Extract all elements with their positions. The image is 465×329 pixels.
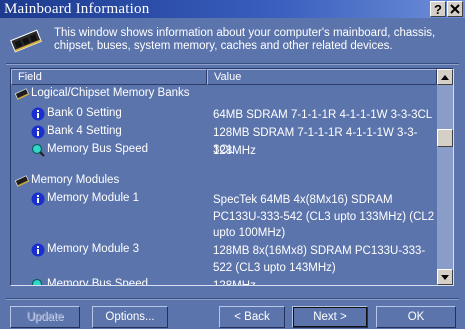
field-value: 128MB 8x(16Mx8) SDRAM PC133U-333-522 (CL… xyxy=(213,245,426,274)
field-value: 128MHz xyxy=(213,280,256,286)
close-button[interactable] xyxy=(447,1,463,17)
field-label: Memory Bus Speed xyxy=(47,143,148,155)
info-icon xyxy=(31,243,45,257)
memory-chip-icon xyxy=(10,29,42,53)
memory-group-icon xyxy=(15,175,29,187)
field-label: Bank 4 Setting xyxy=(47,125,122,137)
field-value: 128MHz xyxy=(213,145,256,157)
field-label: Bank 0 Setting xyxy=(47,107,122,119)
field-value: 64MB SDRAM 7-1-1-1R 4-1-1-1W 3-3-3CL xyxy=(213,109,433,121)
list-item[interactable]: Memory Module 3 128MB 8x(16Mx8) SDRAM PC… xyxy=(11,242,437,276)
field-label: Memory Module 3 xyxy=(47,243,140,255)
list-item[interactable]: Bank 0 Setting 64MB SDRAM 7-1-1-1R 4-1-1… xyxy=(11,106,437,122)
info-icon xyxy=(31,192,45,206)
next-button[interactable]: Next > xyxy=(292,306,368,328)
field-label: Memory Module 1 xyxy=(47,192,140,204)
list-item[interactable]: Memory Module 1 SpecTek 64MB 4x(8Mx16) S… xyxy=(11,191,437,241)
separator xyxy=(6,63,459,65)
magnifier-icon xyxy=(31,143,45,157)
scroll-thumb[interactable] xyxy=(437,129,453,147)
list-group-header[interactable]: Memory Modules xyxy=(11,173,437,189)
field-label: Memory Bus Speed xyxy=(47,278,148,286)
help-button[interactable]: ? xyxy=(430,1,446,17)
window-title: Mainboard Information xyxy=(4,0,150,17)
list-group-header[interactable]: Logical/Chipset Memory Banks xyxy=(11,86,437,102)
memory-group-icon xyxy=(15,88,29,100)
description-text: This window shows information about your… xyxy=(54,27,436,52)
vertical-scrollbar[interactable] xyxy=(437,69,453,285)
arrow-up-icon xyxy=(441,74,449,80)
column-header-field[interactable]: Field xyxy=(11,69,207,85)
list-header: Field Value xyxy=(11,69,437,85)
ok-button[interactable]: OK xyxy=(376,306,456,328)
list-item[interactable]: Memory Bus Speed 128MHz xyxy=(11,277,437,286)
options-button[interactable]: Options... xyxy=(92,306,168,328)
info-list[interactable]: Field Value Logical/Chipset Memory Banks… xyxy=(10,68,454,286)
title-bar: Mainboard Information ? xyxy=(0,0,465,18)
field-value: SpecTek 64MB 4x(8Mx16) SDRAM PC133U-333-… xyxy=(213,194,435,239)
list-item[interactable]: Bank 4 Setting 128MB SDRAM 7-1-1-1R 4-1-… xyxy=(11,124,437,156)
group-label: Memory Modules xyxy=(31,174,120,186)
separator xyxy=(6,298,459,300)
arrow-down-icon xyxy=(441,274,449,280)
list-item[interactable]: Memory Bus Speed 128MHz xyxy=(11,142,437,158)
magnifier-icon xyxy=(31,278,43,285)
scroll-up-button[interactable] xyxy=(437,69,453,85)
group-label: Logical/Chipset Memory Banks xyxy=(31,87,190,99)
scroll-down-button[interactable] xyxy=(437,269,453,285)
column-header-value[interactable]: Value xyxy=(207,69,437,85)
info-icon xyxy=(31,125,45,139)
update-button[interactable]: Update xyxy=(10,306,80,328)
info-icon xyxy=(31,107,45,121)
close-icon xyxy=(450,4,460,14)
back-button[interactable]: < Back xyxy=(219,306,285,328)
